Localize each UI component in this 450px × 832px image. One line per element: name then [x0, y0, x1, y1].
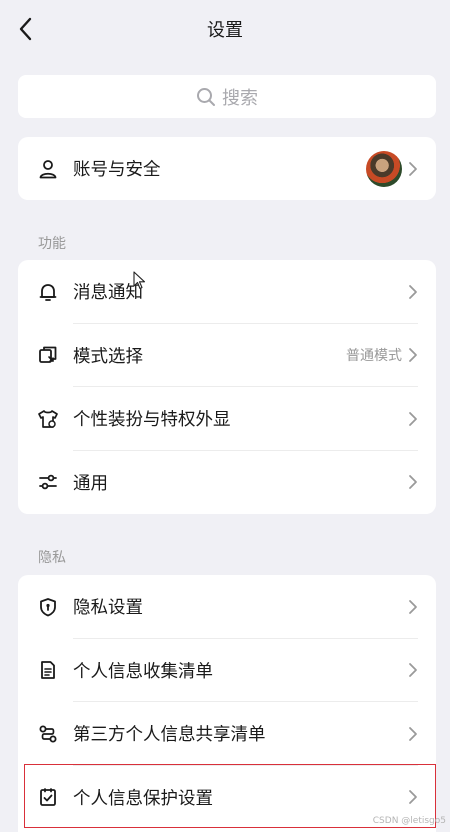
- mode-select-label: 模式选择: [73, 346, 143, 367]
- section-title-features: 功能: [38, 236, 66, 252]
- general-label: 通用: [73, 473, 108, 494]
- share-nodes-icon: [37, 723, 59, 745]
- personalization-label: 个性装扮与特权外显: [73, 410, 231, 431]
- chevron-right-icon: [409, 726, 417, 741]
- document-icon: [37, 659, 59, 681]
- watermark: CSDN @letisgo5: [372, 816, 446, 826]
- privacy-settings-label: 隐私设置: [73, 598, 143, 619]
- search-input[interactable]: 搜索: [18, 75, 436, 118]
- privacy-settings-row[interactable]: 隐私设置: [18, 575, 436, 639]
- avatar: [366, 150, 402, 187]
- mode-switch-icon: [37, 344, 59, 366]
- info-collection-row[interactable]: 个人信息收集清单: [18, 639, 436, 702]
- chevron-right-icon: [409, 161, 417, 176]
- account-security-label: 账号与安全: [73, 160, 161, 180]
- notification-row[interactable]: 消息通知: [18, 260, 436, 324]
- page-title: 设置: [207, 20, 243, 41]
- chevron-left-icon: [19, 17, 32, 41]
- user-icon: [37, 158, 59, 180]
- mode-select-row[interactable]: 模式选择 普通模式: [18, 324, 436, 387]
- account-card: 账号与安全: [18, 137, 436, 200]
- mouse-cursor-icon: [133, 271, 146, 290]
- features-card: 消息通知 模式选择 普通模式 个性装扮与特权外显 通用: [18, 260, 436, 514]
- search-icon: [197, 87, 215, 106]
- chevron-right-icon: [409, 475, 417, 490]
- info-collection-label: 个人信息收集清单: [73, 661, 213, 682]
- chevron-right-icon: [409, 663, 417, 678]
- search-placeholder: 搜索: [222, 87, 258, 109]
- header-bar: 设置: [0, 0, 450, 58]
- mode-select-value: 普通模式: [346, 348, 402, 365]
- sliders-icon: [37, 471, 59, 493]
- third-party-sharing-row[interactable]: 第三方个人信息共享清单: [18, 702, 436, 766]
- back-button[interactable]: [12, 14, 40, 44]
- third-party-sharing-label: 第三方个人信息共享清单: [73, 725, 266, 746]
- section-title-privacy: 隐私: [38, 550, 66, 566]
- chevron-right-icon: [409, 599, 417, 614]
- personalization-row[interactable]: 个性装扮与特权外显: [18, 387, 436, 451]
- chevron-right-icon: [409, 284, 417, 299]
- chevron-right-icon: [409, 411, 417, 426]
- tshirt-icon: [37, 408, 59, 430]
- general-row[interactable]: 通用: [18, 451, 436, 515]
- chevron-right-icon: [409, 348, 417, 363]
- shield-icon: [37, 596, 59, 618]
- bell-icon: [37, 281, 59, 303]
- account-security-row[interactable]: 账号与安全: [18, 137, 436, 200]
